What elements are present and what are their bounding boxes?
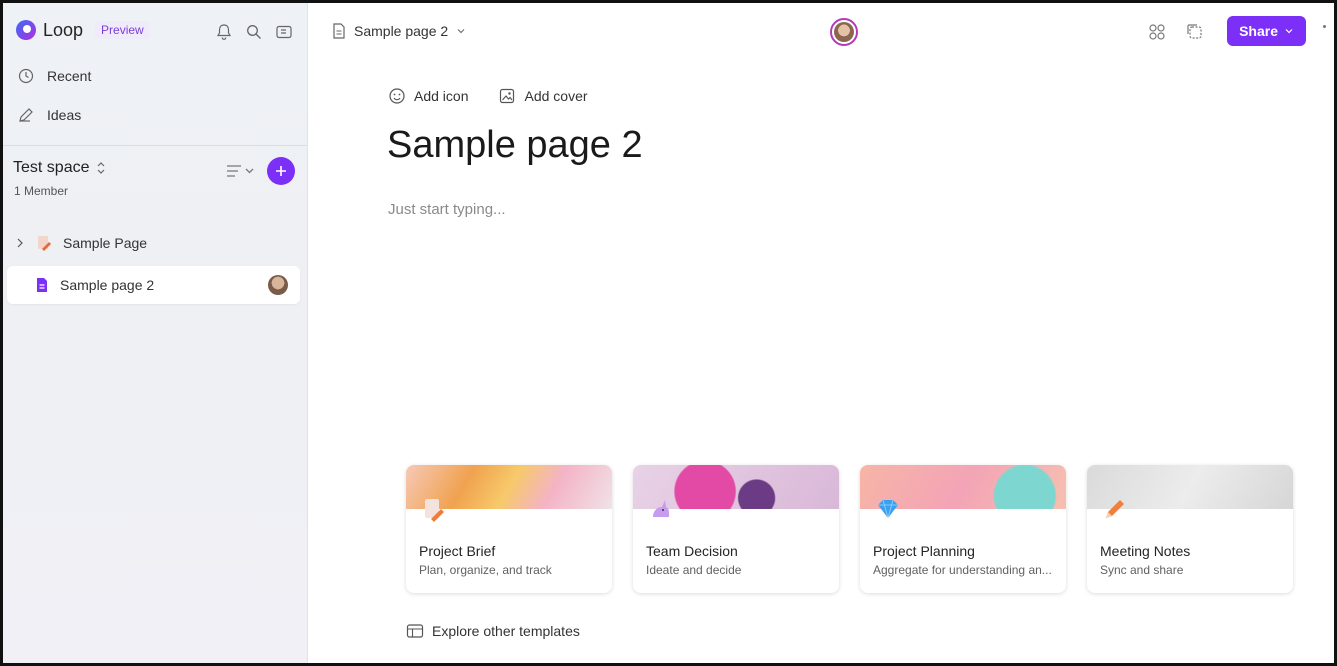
document-icon xyxy=(333,23,345,39)
template-desc: Sync and share xyxy=(1100,563,1184,577)
app-name: Loop xyxy=(43,19,84,40)
preview-badge: Preview xyxy=(95,21,150,39)
main-content: Sample page 2 Share Add icon Add cover S… xyxy=(308,3,1334,663)
page-title[interactable]: Sample page 2 xyxy=(387,124,643,167)
plus-icon xyxy=(276,166,286,176)
share-label: Share xyxy=(1239,23,1278,39)
template-title: Project Planning xyxy=(873,543,975,559)
gem-icon xyxy=(878,499,898,519)
pencil-icon xyxy=(19,108,33,122)
clock-icon xyxy=(18,68,34,84)
app-window: Loop Preview Recent Ideas Test space 1 M… xyxy=(0,0,1337,666)
templates-icon xyxy=(406,624,424,638)
template-title: Project Brief xyxy=(419,543,496,559)
add-page-button[interactable] xyxy=(267,157,295,185)
template-card-project-brief[interactable]: Project Brief Plan, organize, and track xyxy=(406,465,612,593)
tree-item-label: Sample Page xyxy=(63,235,148,251)
collaborator-avatar[interactable] xyxy=(830,18,858,46)
sidebar: Loop Preview Recent Ideas Test space 1 M… xyxy=(3,3,308,663)
template-card-team-decision[interactable]: Team Decision Ideate and decide xyxy=(633,465,839,593)
template-card-project-planning[interactable]: Project Planning Aggregate for understan… xyxy=(860,465,1066,593)
chevron-up-down-icon xyxy=(98,162,105,174)
template-title: Team Decision xyxy=(646,543,738,559)
tree-item-label: Sample page 2 xyxy=(60,277,155,293)
template-desc: Ideate and decide xyxy=(646,563,742,577)
explore-templates-link[interactable]: Explore other templates xyxy=(406,623,580,639)
unicorn-icon xyxy=(653,500,669,517)
template-desc: Aggregate for understanding an... xyxy=(873,563,1052,577)
page-body-placeholder[interactable]: Just start typing... xyxy=(388,201,506,218)
chevron-down-icon xyxy=(457,29,465,34)
template-title: Meeting Notes xyxy=(1100,543,1191,559)
page-add-actions: Add icon Add cover xyxy=(388,87,588,105)
document-pencil-icon xyxy=(425,499,444,522)
bell-icon[interactable] xyxy=(215,23,233,41)
header-tools xyxy=(1148,23,1204,41)
nav-ideas[interactable]: Ideas xyxy=(17,106,81,124)
template-card-meeting-notes[interactable]: Meeting Notes Sync and share xyxy=(1087,465,1293,593)
breadcrumb[interactable]: Sample page 2 xyxy=(332,23,466,39)
add-icon-label: Add icon xyxy=(414,88,469,104)
nav-ideas-label: Ideas xyxy=(47,107,82,123)
pencil-icon xyxy=(1106,500,1124,518)
template-list: Project Brief Plan, organize, and track … xyxy=(406,465,1293,593)
search-icon[interactable] xyxy=(245,23,263,41)
add-cover-label: Add cover xyxy=(524,88,588,104)
sidebar-divider xyxy=(3,145,308,146)
space-title: Test space xyxy=(13,159,90,176)
more-options-icon[interactable] xyxy=(1323,25,1326,28)
sidebar-top-icons xyxy=(215,23,293,41)
space-members: 1 Member xyxy=(14,184,69,198)
template-desc: Plan, organize, and track xyxy=(419,563,552,577)
components-icon[interactable] xyxy=(1148,23,1166,41)
tree-item-sample-page[interactable]: Sample Page xyxy=(7,224,300,262)
space-switcher[interactable]: Test space xyxy=(13,159,107,177)
explore-label: Explore other templates xyxy=(432,623,580,639)
nav-recent[interactable]: Recent xyxy=(17,67,91,85)
page-icon xyxy=(37,278,47,292)
chevron-down-icon xyxy=(1285,29,1293,34)
avatar xyxy=(268,275,288,295)
sort-icon[interactable] xyxy=(225,163,257,179)
share-button[interactable]: Share xyxy=(1227,16,1306,46)
breadcrumb-label: Sample page 2 xyxy=(354,23,449,39)
smiley-icon xyxy=(389,88,405,104)
chevron-right-icon[interactable] xyxy=(13,236,27,250)
nav-recent-label: Recent xyxy=(47,68,92,84)
tree-item-sample-page-2[interactable]: Sample page 2 xyxy=(7,266,300,304)
collapse-sidebar-icon[interactable] xyxy=(275,23,293,41)
space-actions xyxy=(225,157,295,185)
copy-component-icon[interactable] xyxy=(1186,23,1204,41)
avatar xyxy=(834,22,854,42)
add-icon-button[interactable]: Add icon xyxy=(388,87,468,105)
loop-logo-icon xyxy=(16,20,36,40)
brand: Loop Preview xyxy=(15,19,150,41)
image-icon xyxy=(500,88,515,104)
page-pencil-icon xyxy=(38,236,51,251)
add-cover-button[interactable]: Add cover xyxy=(498,87,588,105)
